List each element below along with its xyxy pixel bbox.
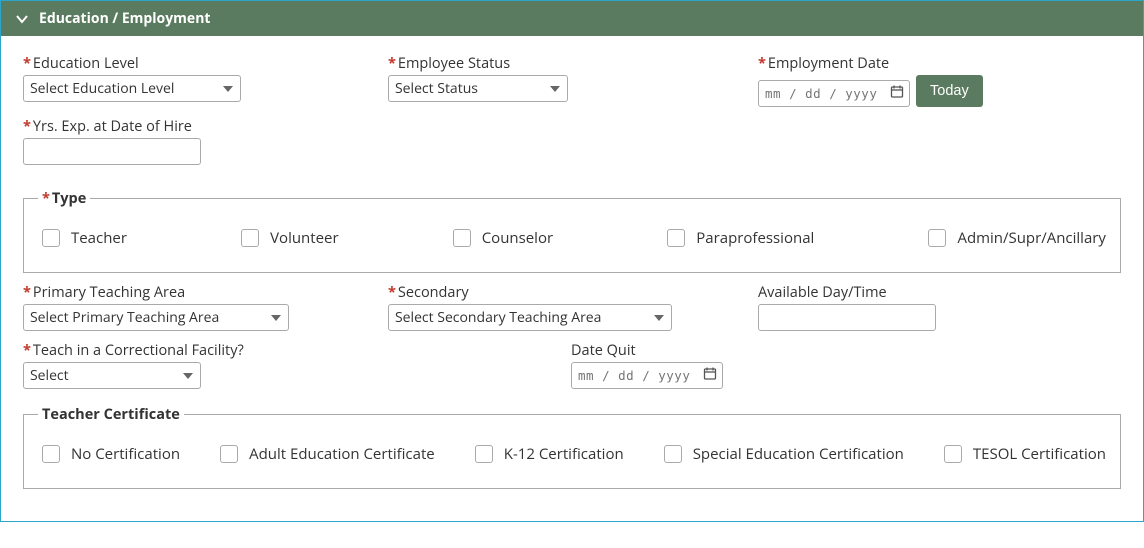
today-button[interactable]: Today <box>916 75 983 107</box>
checkbox-k12[interactable] <box>475 445 493 463</box>
label-primary-teaching-area: *Primary Teaching Area <box>23 283 388 302</box>
checkbox-admin[interactable] <box>928 229 946 247</box>
field-employee-status: *Employee Status Select Status <box>388 54 758 107</box>
teach-correctional-select[interactable]: Select <box>23 362 201 389</box>
label-yrs-exp: *Yrs. Exp. at Date of Hire <box>23 117 201 136</box>
checkbox-counselor[interactable] <box>453 229 471 247</box>
available-day-time-input[interactable] <box>758 304 936 331</box>
type-option-admin[interactable]: Admin/Supr/Ancillary <box>924 226 1105 250</box>
primary-teaching-area-select[interactable]: Select Primary Teaching Area <box>23 304 289 331</box>
type-fieldset: *Type Teacher Volunteer Counselor Parapr… <box>23 189 1121 273</box>
field-education-level: *Education Level Select Education Level <box>23 54 388 107</box>
form-row-1: *Education Level Select Education Level … <box>23 54 1121 117</box>
label-available-day-time: Available Day/Time <box>758 283 936 302</box>
field-secondary-teaching-area: *Secondary Select Secondary Teaching Are… <box>388 283 758 331</box>
label-employment-date: *Employment Date <box>758 54 983 73</box>
education-level-select[interactable]: Select Education Level <box>23 75 241 102</box>
field-yrs-exp: *Yrs. Exp. at Date of Hire <box>23 117 201 165</box>
label-secondary-teaching-area: *Secondary <box>388 283 758 302</box>
label-date-quit: Date Quit <box>571 341 723 360</box>
checkbox-volunteer[interactable] <box>241 229 259 247</box>
type-options-row: Teacher Volunteer Counselor Paraprofessi… <box>38 226 1106 250</box>
checkbox-adult-education[interactable] <box>220 445 238 463</box>
cert-option-no-certification[interactable]: No Certification <box>38 442 180 466</box>
type-option-volunteer[interactable]: Volunteer <box>237 226 338 250</box>
panel-title: Education / Employment <box>39 9 210 28</box>
type-option-counselor[interactable]: Counselor <box>449 226 553 250</box>
panel-body: *Education Level Select Education Level … <box>1 36 1143 521</box>
teacher-certificate-fieldset: Teacher Certificate No Certification Adu… <box>23 405 1121 489</box>
form-row-3: *Primary Teaching Area Select Primary Te… <box>23 283 1121 341</box>
form-row-2: *Yrs. Exp. at Date of Hire <box>23 117 1121 175</box>
employment-date-input[interactable] <box>758 80 910 107</box>
education-employment-panel: Education / Employment *Education Level … <box>0 0 1144 522</box>
cert-options-row: No Certification Adult Education Certifi… <box>38 442 1106 466</box>
type-option-teacher[interactable]: Teacher <box>38 226 127 250</box>
yrs-exp-input[interactable] <box>23 138 201 165</box>
checkbox-tesol[interactable] <box>944 445 962 463</box>
label-teach-correctional: *Teach in a Correctional Facility? <box>23 341 571 360</box>
cert-option-tesol[interactable]: TESOL Certification <box>940 442 1106 466</box>
checkbox-no-certification[interactable] <box>42 445 60 463</box>
checkbox-paraprofessional[interactable] <box>667 229 685 247</box>
type-legend: *Type <box>38 189 90 208</box>
cert-option-special-education[interactable]: Special Education Certification <box>660 442 904 466</box>
field-employment-date: *Employment Date Today <box>758 54 983 107</box>
label-employee-status: *Employee Status <box>388 54 758 73</box>
field-date-quit: Date Quit <box>571 341 723 389</box>
panel-header[interactable]: Education / Employment <box>1 1 1143 36</box>
type-option-paraprofessional[interactable]: Paraprofessional <box>663 226 814 250</box>
checkbox-special-education[interactable] <box>664 445 682 463</box>
label-education-level: *Education Level <box>23 54 388 73</box>
chevron-down-icon <box>15 12 29 26</box>
field-teach-correctional: *Teach in a Correctional Facility? Selec… <box>23 341 571 389</box>
cert-option-adult-education[interactable]: Adult Education Certificate <box>216 442 435 466</box>
field-primary-teaching-area: *Primary Teaching Area Select Primary Te… <box>23 283 388 331</box>
date-quit-input[interactable] <box>571 362 723 389</box>
secondary-teaching-area-select[interactable]: Select Secondary Teaching Area <box>388 304 672 331</box>
teacher-certificate-legend: Teacher Certificate <box>38 405 184 424</box>
cert-option-k12[interactable]: K-12 Certification <box>471 442 624 466</box>
form-row-4: *Teach in a Correctional Facility? Selec… <box>23 341 1121 399</box>
employee-status-select[interactable]: Select Status <box>388 75 568 102</box>
checkbox-teacher[interactable] <box>42 229 60 247</box>
field-available-day-time: Available Day/Time <box>758 283 936 331</box>
